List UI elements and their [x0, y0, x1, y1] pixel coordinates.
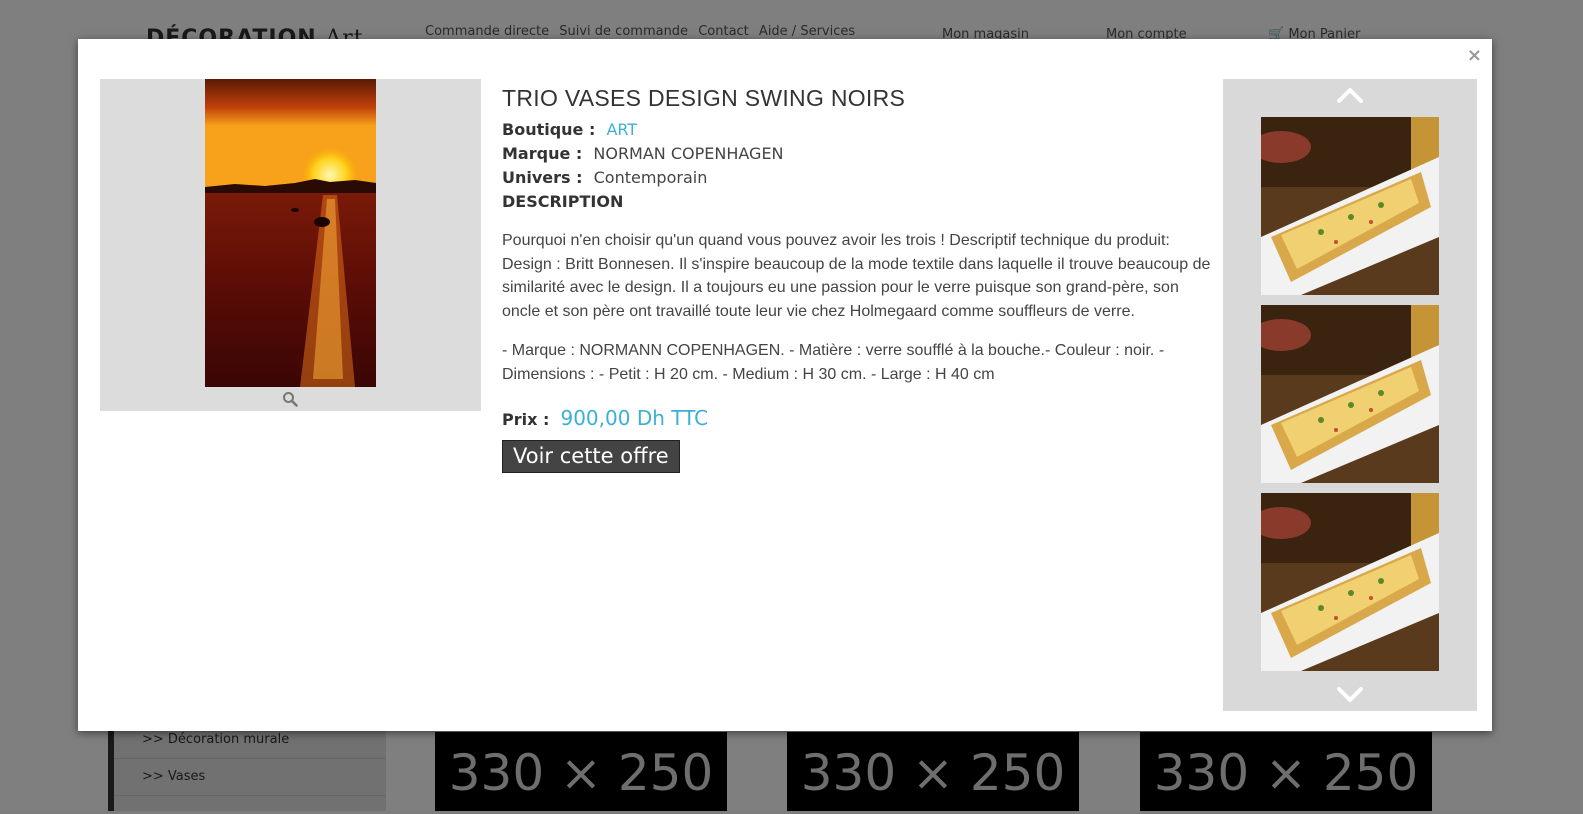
univers-value: Contemporain — [593, 168, 708, 187]
product-title: TRIO VASES DESIGN SWING NOIRS — [502, 85, 906, 111]
marque-value: NORMAN COPENHAGEN — [593, 144, 784, 163]
univers-row: Univers : Contemporain — [502, 166, 1212, 190]
univers-label: Univers : — [502, 168, 583, 187]
boutique-row: Boutique : ART — [502, 118, 1212, 142]
boutique-link[interactable]: ART — [606, 120, 637, 139]
thumbnail-carousel — [1223, 79, 1477, 711]
product-image-panel — [100, 79, 481, 411]
thumbnail-image[interactable] — [1261, 305, 1439, 483]
quick-view-modal: × TRIO VASES DESIGN SWING NOIRS Boutique… — [78, 39, 1492, 731]
chevron-up-icon[interactable] — [1335, 85, 1365, 105]
product-info: TRIO VASES DESIGN SWING NOIRS Boutique :… — [502, 79, 1212, 474]
close-button[interactable]: × — [1467, 45, 1482, 66]
chevron-down-icon[interactable] — [1335, 685, 1365, 705]
thumbnail-image[interactable] — [1261, 493, 1439, 671]
specs-text: - Marque : NORMANN COPENHAGEN. - Matière… — [502, 341, 1165, 383]
boutique-label: Boutique : — [502, 120, 596, 139]
marque-row: Marque : NORMAN COPENHAGEN — [502, 142, 1212, 166]
marque-label: Marque : — [502, 144, 583, 163]
price-value: 900,00 Dh TTC — [560, 406, 709, 431]
product-main-image[interactable] — [205, 79, 376, 387]
view-offer-button[interactable]: Voir cette offre — [502, 440, 680, 474]
magnifier-icon[interactable] — [282, 391, 298, 407]
description-heading: DESCRIPTION — [502, 192, 624, 211]
description-text: Pourquoi n'en choisir qu'un quand vous p… — [502, 232, 1211, 321]
thumbnail-image[interactable] — [1261, 117, 1439, 295]
price-row: Prix : 900,00 Dh TTC — [502, 406, 1212, 430]
price-label: Prix : — [502, 410, 550, 430]
